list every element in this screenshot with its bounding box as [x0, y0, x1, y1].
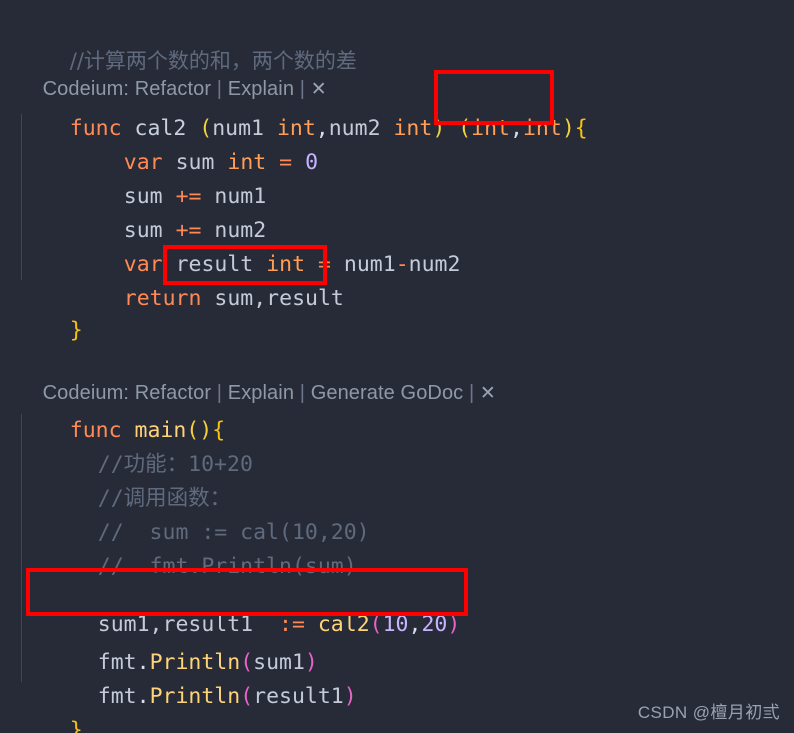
param-type-int: int: [393, 116, 433, 141]
keyword-return: return: [123, 286, 202, 311]
call-open-paren: (: [369, 612, 383, 637]
argument-20: 20: [421, 612, 448, 637]
dot: .: [136, 684, 150, 709]
code-line-close-brace-main: }: [18, 680, 83, 733]
return-type-int-1: int: [471, 116, 511, 141]
package-fmt: fmt: [97, 684, 137, 709]
codelens-cal2[interactable]: Codeium: Refactor | Explain | ✕: [20, 44, 327, 100]
close-paren: ): [432, 116, 446, 141]
codelens-main[interactable]: Codeium: Refactor | Explain | Generate G…: [20, 348, 496, 404]
code-line-call-cal2: sum1,result1 := cal2(10,20): [46, 574, 461, 637]
codelens-explain-action[interactable]: Explain: [228, 382, 294, 404]
codelens-generate-godoc-action[interactable]: Generate GoDoc: [311, 382, 464, 404]
close-icon[interactable]: ✕: [480, 382, 496, 404]
code-line-println-result1: fmt.Println(result1): [46, 646, 357, 709]
code-editor-screenshot: //计算两个数的和，两个数的差 Codeium: Refactor | Expl…: [0, 0, 794, 733]
call-open-paren: (: [240, 684, 254, 709]
operator-minus: -: [395, 252, 409, 277]
call-close-paren: ): [447, 612, 461, 637]
code-line-var-result: var result int = num1-num2: [72, 214, 461, 277]
close-brace: }: [69, 718, 83, 733]
code-line-func-cal2: func cal2 (num1 int,num2 int) (int,int){: [18, 78, 588, 141]
return-values: sum,result: [214, 286, 344, 311]
return-type-int-2: int: [522, 116, 562, 141]
param-num2: num2: [328, 116, 381, 141]
code-line-comment-sum-call: // sum := cal(10,20): [46, 482, 370, 545]
close-brace: }: [69, 318, 83, 343]
function-println: Println: [149, 684, 241, 709]
code-line-comment-feature: //功能：10+20: [46, 414, 253, 477]
code-line-return: return sum,result: [72, 248, 344, 311]
argument-comma: ,: [408, 612, 422, 637]
literal-zero: 0: [305, 150, 319, 175]
return-types-open-paren: (: [458, 116, 472, 141]
variable-num1: num1: [343, 252, 396, 277]
watermark: CSDN @檀月初弎: [637, 703, 780, 722]
operator-assign: =: [279, 150, 293, 175]
code-line-println-sum1: fmt.Println(sum1): [46, 612, 318, 675]
code-line-sum-plus-num1: sum += num1: [72, 146, 266, 209]
function-call-cal2: cal2: [317, 612, 370, 637]
call-close-paren: ): [343, 684, 357, 709]
code-line-comment-call: //调用函数：: [46, 448, 231, 511]
return-types-comma: ,: [510, 116, 523, 141]
comment-line-sum-diff: //计算两个数的和，两个数的差: [18, 10, 357, 73]
code-line-func-main: func main(){: [18, 380, 225, 443]
open-brace: {: [574, 116, 588, 141]
variable-num2: num2: [408, 252, 461, 277]
return-types-close-paren: ): [561, 116, 575, 141]
code-line-close-brace-cal2: }: [18, 280, 83, 343]
code-line-sum-plus-num2: sum += num2: [72, 180, 266, 243]
argument-10: 10: [382, 612, 409, 637]
code-line-var-sum: var sum int = 0: [72, 112, 318, 175]
argument-result1: result1: [253, 684, 344, 709]
code-line-comment-println: // fmt.Println(sum): [46, 516, 357, 579]
